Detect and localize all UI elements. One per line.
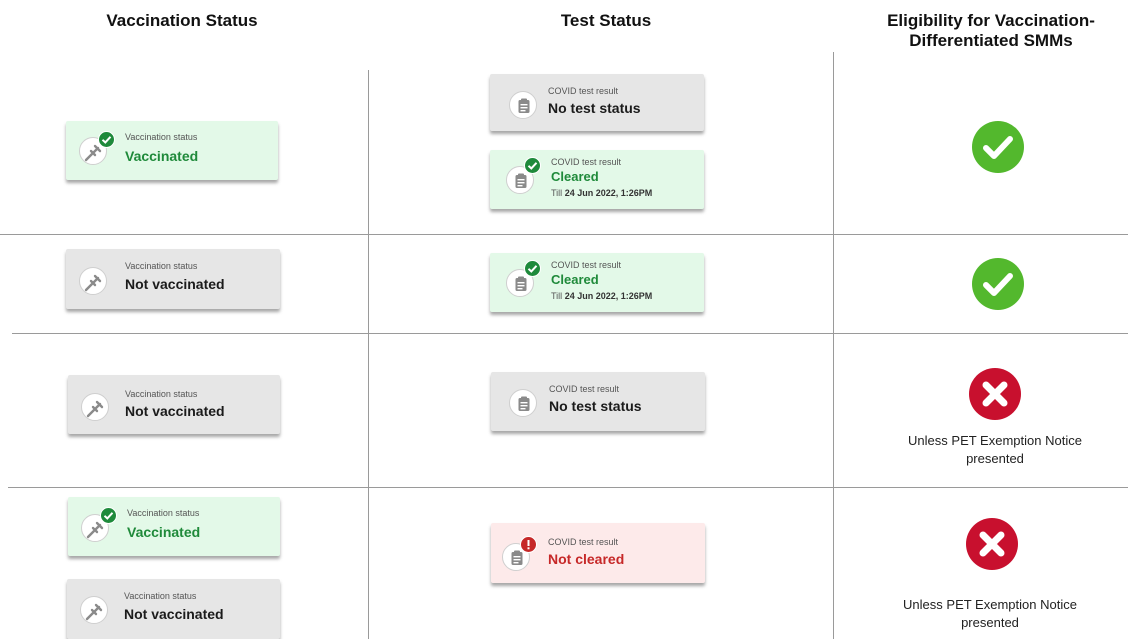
test-card-no-status: COVID test result No test status <box>491 372 705 431</box>
test-card-not-cleared: COVID test result Not cleared <box>491 523 705 583</box>
vaccination-card-not-vaccinated: Vaccination status Not vaccinated <box>67 579 280 639</box>
vaccination-value: Not vaccinated <box>124 606 224 622</box>
x-circle-icon <box>969 368 1021 420</box>
exemption-note: Unless PET Exemption Notice presented <box>870 432 1120 468</box>
header-eligibility-line1: Eligibility for Vaccination- <box>887 11 1095 30</box>
exemption-note-line1: Unless PET Exemption Notice <box>903 597 1077 612</box>
test-card-cleared: COVID test result Cleared Till 24 Jun 20… <box>490 150 704 209</box>
vaccination-label: Vaccination status <box>125 132 198 142</box>
till-date: 24 Jun 2022, 1:26PM <box>564 291 653 301</box>
exemption-note-line2: presented <box>961 615 1019 630</box>
check-circle-icon <box>972 258 1024 310</box>
vaccination-value: Vaccinated <box>127 524 201 540</box>
till-prefix: Till <box>551 291 563 301</box>
test-value: No test status <box>549 398 642 414</box>
check-badge-icon <box>98 131 115 148</box>
exclamation-badge-icon <box>520 536 537 553</box>
column-divider-1 <box>368 70 369 639</box>
clipboard-icon <box>509 91 537 119</box>
row-divider-1 <box>0 234 1128 235</box>
row-divider-3 <box>8 487 1128 488</box>
clipboard-icon <box>509 389 537 417</box>
vaccination-card-not-vaccinated: Vaccination status Not vaccinated <box>68 375 280 434</box>
exemption-note-line2: presented <box>966 451 1024 466</box>
column-divider-2 <box>833 52 834 639</box>
vaccination-card-vaccinated: Vaccination status Vaccinated <box>68 497 280 556</box>
test-valid-till: Till 24 Jun 2022, 1:26PM <box>551 291 652 301</box>
test-value: Cleared <box>551 169 599 184</box>
header-test-status: Test Status <box>560 11 652 30</box>
check-circle-icon <box>972 121 1024 173</box>
check-badge-icon <box>100 507 117 524</box>
vaccination-label: Vaccination status <box>125 389 198 399</box>
test-label: COVID test result <box>551 157 622 167</box>
vaccination-value: Not vaccinated <box>125 403 225 419</box>
exemption-note: Unless PET Exemption Notice presented <box>865 596 1115 632</box>
header-eligibility-line2: Differentiated SMMs <box>909 31 1073 50</box>
syringe-icon <box>80 596 108 624</box>
test-label: COVID test result <box>549 384 620 394</box>
vaccination-label: Vaccination status <box>124 591 197 601</box>
check-badge-icon <box>524 157 541 174</box>
test-card-cleared: COVID test result Cleared Till 24 Jun 20… <box>490 253 704 312</box>
till-date: 24 Jun 2022, 1:26PM <box>564 188 653 198</box>
exemption-note-line1: Unless PET Exemption Notice <box>908 433 1082 448</box>
test-card-no-status: COVID test result No test status <box>490 74 704 131</box>
till-prefix: Till <box>551 188 563 198</box>
header-eligibility: Eligibility for Vaccination- Differentia… <box>856 11 1126 51</box>
vaccination-value: Not vaccinated <box>125 276 225 292</box>
test-label: COVID test result <box>551 260 622 270</box>
syringe-icon <box>81 393 109 421</box>
vaccination-value: Vaccinated <box>125 148 199 164</box>
syringe-icon <box>79 267 107 295</box>
x-circle-icon <box>966 518 1018 570</box>
vaccination-card-not-vaccinated: Vaccination status Not vaccinated <box>66 249 280 309</box>
vaccination-card-vaccinated: Vaccination status Vaccinated <box>66 121 278 180</box>
vaccination-label: Vaccination status <box>125 261 198 271</box>
test-label: COVID test result <box>548 86 619 96</box>
vaccination-label: Vaccination status <box>127 508 200 518</box>
header-vaccination-status: Vaccination Status <box>106 11 258 30</box>
test-value: Cleared <box>551 272 599 287</box>
test-valid-till: Till 24 Jun 2022, 1:26PM <box>551 188 652 198</box>
test-value: No test status <box>548 100 641 116</box>
check-badge-icon <box>524 260 541 277</box>
test-value: Not cleared <box>548 551 625 567</box>
row-divider-2 <box>12 333 1128 334</box>
test-label: COVID test result <box>548 537 619 547</box>
